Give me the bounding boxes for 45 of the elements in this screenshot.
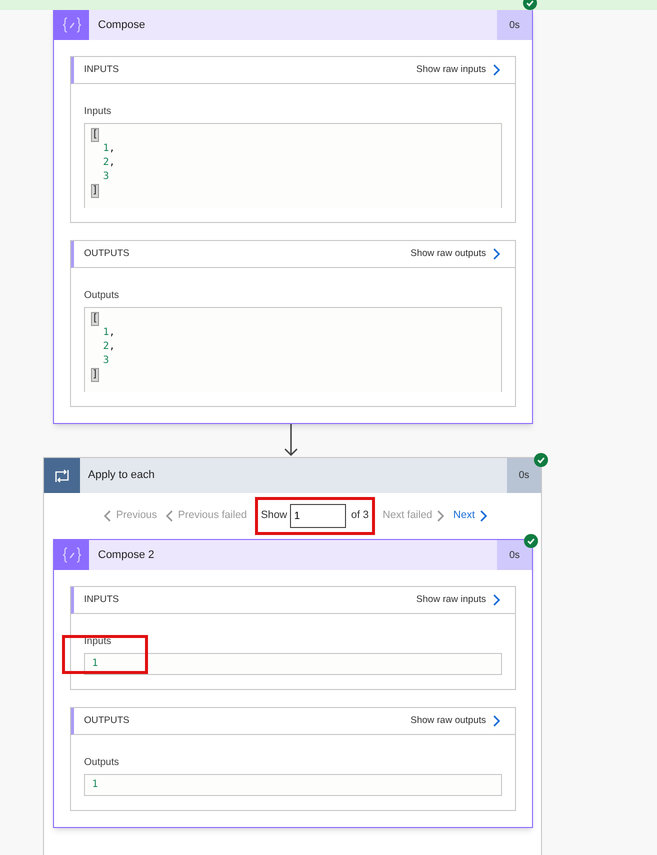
field-label: Inputs xyxy=(84,105,112,119)
loop-arrows-icon xyxy=(53,468,71,482)
section-heading: OUTPUTS xyxy=(84,246,130,261)
action-title: Compose xyxy=(98,18,146,33)
chevron-right-icon xyxy=(478,510,488,522)
chevron-left-icon xyxy=(103,510,112,522)
card-header[interactable]: Compose 0s xyxy=(54,10,532,40)
code-line: 1, xyxy=(103,143,116,154)
code-line: 1 xyxy=(92,658,98,669)
code-line: 1 xyxy=(92,779,98,790)
curly-braces-icon xyxy=(62,17,82,33)
page-input[interactable]: 1 xyxy=(290,504,346,528)
duration-label: 0s xyxy=(497,10,532,40)
chevron-right-icon xyxy=(492,715,501,727)
code-line: 2, xyxy=(103,341,116,352)
section-heading: INPUTS xyxy=(84,592,119,607)
pagination-link[interactable]: Next xyxy=(453,508,488,524)
chevron-right-icon xyxy=(492,64,501,76)
code-line: 3 xyxy=(103,355,110,366)
code-line: 2, xyxy=(103,157,116,168)
field-label: Inputs xyxy=(84,635,112,649)
card-header[interactable]: Compose 2 0s xyxy=(54,540,532,570)
field-label: Outputs xyxy=(84,289,120,303)
show-raw-link[interactable]: Show raw outputs xyxy=(410,714,501,728)
section-heading: OUTPUTS xyxy=(84,714,130,728)
duration-label: 0s xyxy=(507,458,541,493)
action-title: Compose 2 xyxy=(98,548,154,563)
section-heading: INPUTS xyxy=(84,62,119,77)
code-line: 3 xyxy=(103,171,110,182)
chevron-right-icon xyxy=(492,594,501,606)
curly-braces-icon xyxy=(62,547,82,563)
duration-label: 0s xyxy=(497,540,532,570)
show-raw-link[interactable]: Show raw inputs xyxy=(416,62,501,78)
action-title: Apply to each xyxy=(88,468,155,484)
chevron-right-icon xyxy=(492,248,501,260)
connector-arrow xyxy=(284,424,298,457)
chevron-left-icon xyxy=(165,510,174,522)
show-raw-link[interactable]: Show raw inputs xyxy=(416,592,501,608)
code-line: 1, xyxy=(103,327,116,338)
show-label: Show xyxy=(260,508,288,524)
field-label: Outputs xyxy=(84,756,120,770)
card-header[interactable]: Apply to each 0s xyxy=(44,458,541,493)
chevron-right-icon xyxy=(436,510,446,522)
page-count: of 3 xyxy=(351,508,369,524)
show-raw-link[interactable]: Show raw outputs xyxy=(410,246,501,262)
